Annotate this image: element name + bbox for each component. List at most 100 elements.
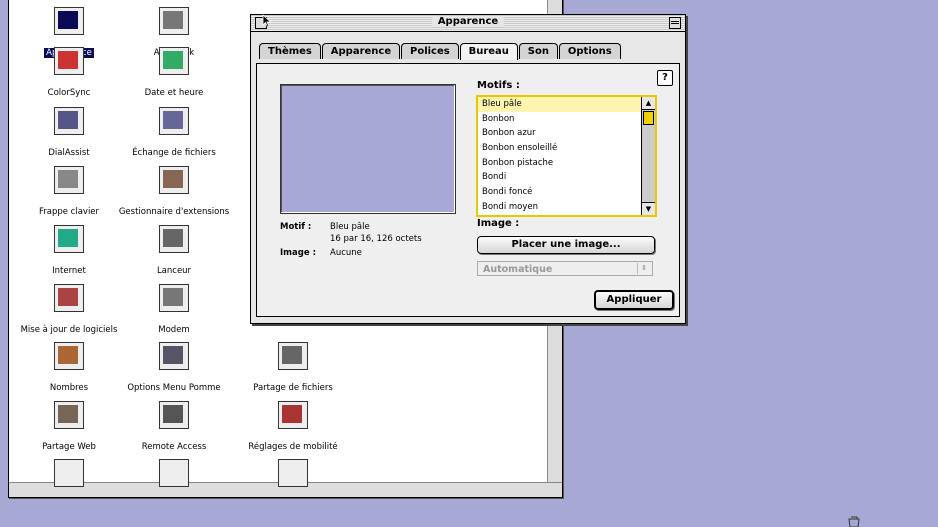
position-popup-value: Automatique	[483, 264, 553, 275]
mobility-icon	[278, 401, 308, 429]
image-value: Aucune	[330, 248, 362, 258]
tab-options[interactable]: Options	[558, 43, 621, 59]
appearance-dialog: Apparence Thèmes Apparence Polices Burea…	[250, 14, 686, 324]
pattern-list-item[interactable]: Bonbon	[478, 112, 641, 127]
control-panel-item[interactable]: Internet	[9, 225, 129, 276]
popup-arrows-icon: ⇕	[637, 263, 650, 274]
scroll-thumb[interactable]	[643, 111, 654, 125]
numbers-icon	[54, 342, 84, 370]
internet-icon	[54, 225, 84, 253]
control-panel-icon	[278, 459, 308, 487]
control-panel-item[interactable]: Partage Web	[9, 401, 129, 452]
place-image-button[interactable]: Placer une image...	[477, 236, 655, 254]
motifs-label: Motifs :	[477, 80, 520, 91]
control-panel-icon	[159, 459, 189, 487]
control-panel-item[interactable]: Échange de fichiers	[114, 107, 234, 158]
pattern-list-scrollbar[interactable]: ▲ ▼	[641, 97, 655, 215]
tab-sound[interactable]: Son	[518, 43, 558, 59]
pattern-list-item[interactable]: Bonbon azur	[478, 126, 641, 141]
date-time-icon-glyph	[163, 51, 183, 69]
control-panel-item-partial[interactable]	[114, 459, 234, 487]
trash-icon[interactable]	[846, 515, 862, 527]
keyboard-icon-glyph	[58, 170, 78, 188]
pattern-list-item[interactable]: Bondi moyen	[478, 200, 641, 215]
file-sharing-icon-glyph	[282, 346, 302, 364]
control-panel-item[interactable]: Modem	[114, 284, 234, 335]
control-panel-label: Nombres	[49, 383, 89, 393]
control-panel-label: Date et heure	[144, 88, 204, 98]
tab-desktop[interactable]: Bureau	[459, 43, 518, 60]
control-panel-label: Échange de fichiers	[132, 148, 216, 158]
motif-key: Motif :	[280, 222, 312, 232]
modem-icon-glyph	[163, 288, 183, 306]
help-button[interactable]: ?	[657, 70, 673, 86]
dialog-titlebar[interactable]: Apparence	[251, 15, 685, 32]
pattern-list[interactable]: Bleu pâle Bonbon Bonbon azur Bonbon ensolei…	[476, 95, 657, 217]
dialassist-icon	[54, 107, 84, 135]
mouse-cursor-icon	[262, 14, 272, 28]
control-panel-item[interactable]: Date et heure	[114, 47, 234, 98]
control-panel-label: Partage Web	[42, 442, 96, 452]
desktop-preview	[280, 84, 456, 214]
launcher-icon	[159, 225, 189, 253]
pattern-list-item[interactable]: Bonbon pistache	[478, 156, 641, 171]
control-panel-label: Lanceur	[156, 266, 192, 276]
pattern-list-item[interactable]: Bondi	[478, 170, 641, 185]
internet-icon-glyph	[58, 229, 78, 247]
extensions-manager-icon-glyph	[163, 170, 183, 188]
file-exchange-icon	[159, 107, 189, 135]
motif-value: Bleu pâle	[330, 222, 370, 232]
scroll-up-arrow-icon[interactable]: ▲	[642, 97, 655, 110]
control-panel-item[interactable]: Mise à jour de logiciels	[9, 284, 129, 335]
tab-themes[interactable]: Thèmes	[259, 43, 321, 59]
file-exchange-icon-glyph	[163, 111, 183, 129]
pattern-list-item[interactable]: Bleu pâle	[478, 97, 641, 112]
software-update-icon-glyph	[58, 288, 78, 306]
tab-fonts[interactable]: Polices	[401, 43, 459, 59]
control-panel-item[interactable]: Remote Access	[114, 401, 234, 452]
mobility-icon-glyph	[282, 405, 302, 423]
control-panel-item[interactable]: Lanceur	[114, 225, 234, 276]
control-panel-item[interactable]: Options Menu Pomme	[114, 342, 234, 393]
tab-appearance[interactable]: Apparence	[321, 43, 401, 59]
colorsync-icon	[54, 47, 84, 75]
control-panel-label: Options Menu Pomme	[127, 383, 221, 393]
dialog-title: Apparence	[431, 16, 505, 27]
appearance-icon-glyph	[58, 11, 78, 29]
control-panel-item[interactable]: Réglages de mobilité	[233, 401, 353, 452]
control-panel-label: Frappe clavier	[38, 207, 100, 217]
date-time-icon	[159, 47, 189, 75]
web-sharing-icon	[54, 401, 84, 429]
image-info-row: Image : Aucune	[280, 248, 362, 258]
control-panel-label: DialAssist	[48, 148, 90, 158]
control-panel-item[interactable]: Frappe clavier	[9, 166, 129, 217]
appletalk-icon-glyph	[163, 11, 183, 29]
control-panel-item[interactable]: ColorSync	[9, 47, 129, 98]
control-panel-item[interactable]: Gestionnaire d'extensions	[114, 166, 234, 217]
control-panel-label: ColorSync	[47, 88, 91, 98]
dialassist-icon-glyph	[58, 111, 78, 129]
image-section-label: Image :	[477, 218, 520, 229]
software-update-icon	[54, 284, 84, 312]
image-key: Image :	[280, 248, 316, 258]
apple-menu-options-icon-glyph	[163, 346, 183, 364]
scroll-down-arrow-icon[interactable]: ▼	[642, 202, 655, 215]
control-panel-item-partial[interactable]	[9, 459, 129, 487]
control-panel-item[interactable]: DialAssist	[9, 107, 129, 158]
apply-button[interactable]: Appliquer	[594, 290, 674, 310]
control-panel-item[interactable]: Nombres	[9, 342, 129, 393]
control-panel-item[interactable]: Partage de fichiers	[233, 342, 353, 393]
modem-icon	[159, 284, 189, 312]
apple-menu-options-icon	[159, 342, 189, 370]
position-popup[interactable]: Automatique ⇕	[477, 261, 653, 276]
keyboard-icon	[54, 166, 84, 194]
control-panel-label: Internet	[52, 266, 86, 276]
pattern-list-item[interactable]: Bondi foncé	[478, 185, 641, 200]
remote-access-icon-glyph	[163, 405, 183, 423]
control-panel-label: Mise à jour de logiciels	[20, 325, 118, 335]
control-panel-item-partial[interactable]	[233, 459, 353, 487]
motif-detail: 16 par 16, 126 octets	[330, 234, 422, 244]
pattern-list-item[interactable]: Bonbon ensoleillé	[478, 141, 641, 156]
control-panel-label: Modem	[158, 325, 190, 335]
collapse-box-icon[interactable]	[669, 17, 681, 29]
